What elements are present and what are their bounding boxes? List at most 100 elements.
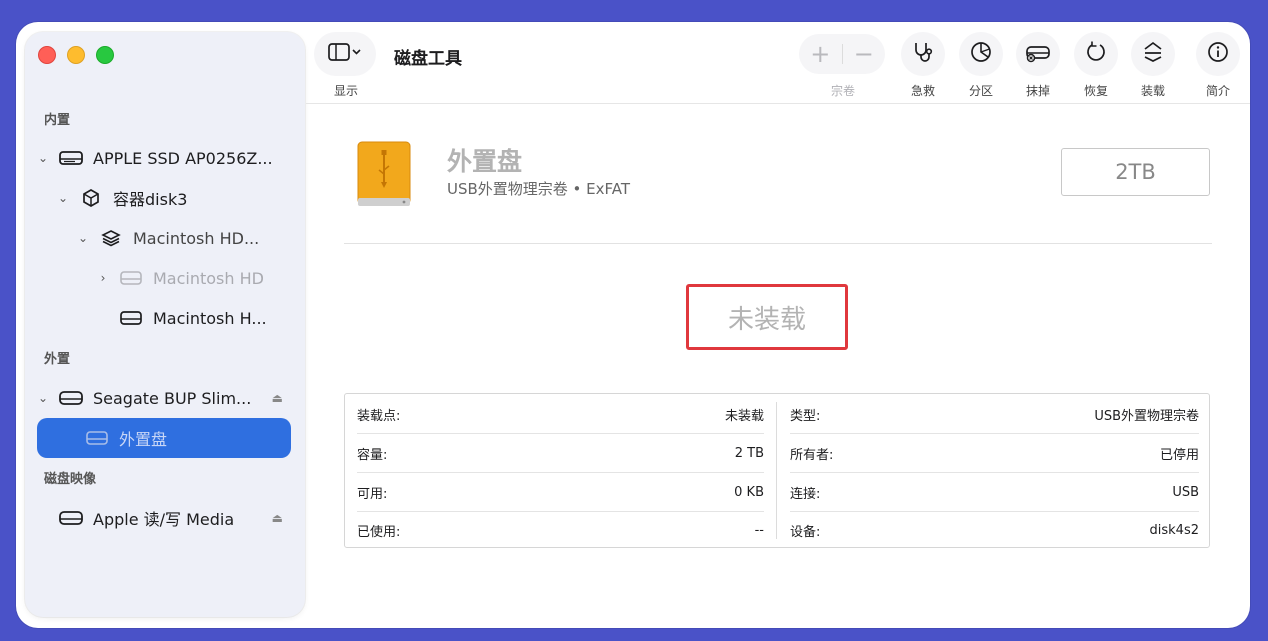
- info-button[interactable]: [1196, 32, 1240, 76]
- section-disk-images: 磁盘映像: [44, 472, 97, 487]
- info-column-left: 装载点: 未装载 容量: 2 TB 可用: 0 KB 已使用: --: [345, 394, 776, 547]
- toolbar: 显示 磁盘工具 + − 宗卷 急救 分区 抹掉 恢复 装载 简介: [306, 22, 1250, 104]
- mount-status: 未装载: [686, 284, 848, 350]
- info-value: 0 KB: [734, 484, 764, 500]
- info-value: USB: [1172, 484, 1199, 500]
- info-key: 容量:: [357, 447, 388, 463]
- add-volume-button[interactable]: +: [799, 40, 842, 68]
- app-title: 磁盘工具: [394, 49, 462, 69]
- section-internal: 内置: [44, 113, 71, 128]
- sidebar-item-macintosh-h-data[interactable]: Macintosh H...: [119, 298, 267, 338]
- restore-icon: [1084, 40, 1108, 68]
- partition-button[interactable]: [959, 32, 1003, 76]
- eject-icon[interactable]: ⏏: [272, 511, 283, 525]
- sidebar-item-label: 外置盘: [119, 430, 168, 449]
- minimize-button[interactable]: [67, 46, 85, 64]
- info-key: 连接:: [790, 486, 821, 502]
- divider: [344, 243, 1212, 244]
- sidebar-item-external-disk[interactable]: 外置盘: [37, 418, 291, 458]
- sidebar-item-macintosh-hd[interactable]: › Macintosh HD: [95, 258, 264, 298]
- external-drive-icon: [59, 508, 83, 528]
- info-label: 简介: [1205, 84, 1230, 98]
- info-row: 所有者: 已停用: [790, 434, 1199, 473]
- sidebar-item-apple-ssd[interactable]: ⌄ APPLE SSD AP0256Z...: [35, 138, 297, 178]
- partition-label: 分区: [968, 84, 993, 98]
- first-aid-button[interactable]: [901, 32, 945, 76]
- mount-label: 装载: [1140, 84, 1165, 98]
- internal-drive-icon: [59, 148, 83, 168]
- info-icon: [1206, 40, 1230, 68]
- info-row: 可用: 0 KB: [357, 473, 764, 512]
- chevron-right-icon[interactable]: ›: [95, 271, 111, 285]
- volume-add-remove-group: + −: [799, 34, 885, 74]
- mount-icon: [1141, 40, 1165, 68]
- pie-chart-icon: [969, 40, 993, 68]
- info-key: 所有者:: [790, 447, 834, 463]
- external-disk-large-icon: [356, 140, 412, 214]
- sidebar-toggle-button[interactable]: [314, 32, 376, 76]
- volume-label: 宗卷: [830, 84, 855, 98]
- mount-button[interactable]: [1131, 32, 1175, 76]
- info-value: 已停用: [1159, 447, 1199, 463]
- sidebar: 内置 ⌄ APPLE SSD AP0256Z... ⌄ 容器disk3 ⌄ Ma…: [25, 32, 305, 617]
- drive-icon: [85, 428, 109, 448]
- info-row: 容量: 2 TB: [357, 434, 764, 473]
- sidebar-item-label: Macintosh H...: [153, 308, 267, 328]
- first-aid-label: 急救: [910, 84, 935, 98]
- chevron-down-icon[interactable]: ⌄: [75, 231, 91, 245]
- window-controls: [38, 46, 114, 64]
- drive-icon: [119, 268, 143, 288]
- disk-size-badge: 2TB: [1061, 148, 1210, 196]
- disk-name: 外置盘: [447, 147, 523, 176]
- info-value: disk4s2: [1149, 523, 1199, 538]
- info-key: 装载点:: [357, 408, 401, 424]
- info-value: 2 TB: [734, 445, 764, 461]
- erase-label: 抹掉: [1025, 84, 1050, 98]
- info-row: 类型: USB外置物理宗卷: [790, 395, 1199, 434]
- external-drive-icon: [59, 388, 83, 408]
- sidebar-toggle-label: 显示: [333, 84, 358, 98]
- chevron-down-icon[interactable]: ⌄: [55, 191, 71, 205]
- erase-drive-icon: [1025, 41, 1051, 67]
- info-key: 类型:: [790, 408, 821, 424]
- info-value: 未装载: [724, 408, 764, 424]
- container-icon: [79, 188, 103, 208]
- info-column-right: 类型: USB外置物理宗卷 所有者: 已停用 连接: USB 设备: disk4…: [778, 394, 1211, 547]
- section-external: 外置: [44, 352, 71, 367]
- sidebar-item-seagate[interactable]: ⌄ Seagate BUP Slim... ⏏: [35, 378, 297, 418]
- info-key: 设备:: [790, 525, 821, 540]
- sidebar-item-label: APPLE SSD AP0256Z...: [93, 148, 273, 168]
- sidebar-item-container[interactable]: ⌄ 容器disk3: [55, 178, 187, 218]
- sidebar-item-label: 容器disk3: [113, 190, 188, 209]
- erase-button[interactable]: [1016, 32, 1060, 76]
- stethoscope-icon: [911, 40, 935, 68]
- disk-utility-window: 内置 ⌄ APPLE SSD AP0256Z... ⌄ 容器disk3 ⌄ Ma…: [16, 22, 1250, 628]
- eject-icon[interactable]: ⏏: [272, 391, 283, 405]
- chevron-down-icon[interactable]: ⌄: [35, 151, 51, 165]
- info-value: USB外置物理宗卷: [1094, 408, 1199, 424]
- volume-group-icon: [99, 228, 123, 248]
- divider: [776, 402, 777, 539]
- info-table: 装载点: 未装载 容量: 2 TB 可用: 0 KB 已使用: -- 类型: U…: [344, 393, 1210, 548]
- sidebar-item-label: Seagate BUP Slim...: [93, 388, 252, 408]
- info-key: 已使用:: [357, 525, 401, 540]
- restore-button[interactable]: [1074, 32, 1118, 76]
- info-row: 已使用: --: [357, 511, 764, 550]
- info-key: 可用:: [357, 486, 388, 502]
- disk-subtitle: USB外置物理宗卷 • ExFAT: [447, 180, 631, 198]
- sidebar-item-label: Macintosh HD...: [133, 228, 260, 248]
- drive-icon: [119, 308, 143, 328]
- zoom-button[interactable]: [96, 46, 114, 64]
- restore-label: 恢复: [1083, 84, 1108, 98]
- sidebar-item-apple-media[interactable]: Apple 读/写 Media ⏏: [59, 498, 297, 538]
- sidebar-item-label: Macintosh HD: [153, 268, 264, 288]
- sidebar-item-volume-group[interactable]: ⌄ Macintosh HD...: [75, 218, 259, 258]
- info-row: 连接: USB: [790, 473, 1199, 512]
- sidebar-item-label: Apple 读/写 Media: [93, 510, 235, 529]
- sidebar-icon: [328, 43, 362, 65]
- chevron-down-icon[interactable]: ⌄: [35, 391, 51, 405]
- remove-volume-button[interactable]: −: [843, 40, 886, 68]
- info-row: 装载点: 未装载: [357, 395, 764, 434]
- close-button[interactable]: [38, 46, 56, 64]
- info-row: 设备: disk4s2: [790, 511, 1199, 550]
